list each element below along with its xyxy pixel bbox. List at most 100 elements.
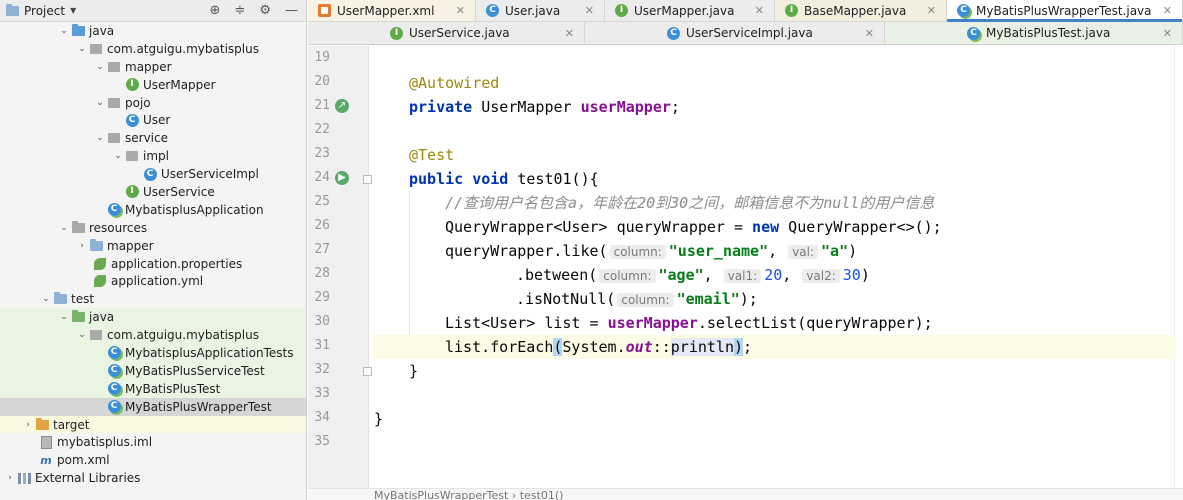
chevron-down-icon[interactable]: ⌄ bbox=[40, 294, 52, 304]
tab-mybatisplustest-java[interactable]: C MyBatisPlusTest.java ✕ bbox=[885, 22, 1183, 44]
string-literal: "a" bbox=[821, 242, 849, 260]
parameter-hint: val1: bbox=[723, 269, 762, 283]
code-line-34[interactable]: } bbox=[374, 407, 1176, 431]
code-text: System. bbox=[562, 338, 626, 356]
chevron-down-icon[interactable]: ⌄ bbox=[58, 26, 70, 36]
chevron-right-icon[interactable]: › bbox=[22, 420, 34, 430]
tree-item[interactable]: ⌄ mapper bbox=[0, 58, 306, 76]
spring-bean-icon[interactable]: ↗ bbox=[335, 99, 349, 113]
code-line-25[interactable]: //查询用户名包含a，年龄在20到30之间，邮箱信息不为null的用户信息 bbox=[374, 191, 1176, 215]
code-line-29[interactable]: .isNotNull(column: "email"); bbox=[374, 287, 1176, 311]
chevron-down-icon[interactable]: ⌄ bbox=[76, 330, 88, 340]
chevron-down-icon[interactable]: ⌄ bbox=[58, 223, 70, 233]
tree-item[interactable]: application.yml bbox=[0, 272, 306, 290]
code-editor[interactable]: 19 20 21 22 23 24 25 26 27 28 29 30 31 3… bbox=[308, 46, 1183, 488]
tree-item[interactable]: › target bbox=[0, 415, 306, 434]
close-icon[interactable]: ✕ bbox=[555, 27, 574, 40]
keyword: public bbox=[409, 170, 464, 188]
run-test-icon[interactable]: ▶ bbox=[335, 171, 349, 185]
code-line-27[interactable]: queryWrapper.like(column: "user_name", va… bbox=[374, 239, 1176, 263]
code-text: list.forEach bbox=[445, 338, 554, 356]
chevron-down-icon[interactable]: ⌄ bbox=[112, 151, 124, 161]
tree-item[interactable]: C MybatisplusApplication bbox=[0, 201, 306, 219]
code-line-30[interactable]: List<User> list = userMapper.selectList(… bbox=[374, 311, 1176, 335]
project-panel-title[interactable]: Project bbox=[24, 4, 65, 18]
annotation: @Test bbox=[409, 146, 455, 164]
tree-item[interactable]: ⌄ service bbox=[0, 129, 306, 147]
editor-breadcrumb[interactable]: MyBatisPlusWrapperTest › test01() bbox=[308, 488, 1183, 500]
code-line-31[interactable]: list.forEach(System.out::println); bbox=[374, 335, 1176, 360]
code-line-23[interactable]: @Test bbox=[374, 143, 1176, 167]
tree-item-label: com.atguigu.mybatisplus bbox=[107, 41, 259, 56]
close-icon[interactable]: ✕ bbox=[855, 27, 874, 40]
chevron-down-icon[interactable]: ⌄ bbox=[94, 98, 106, 108]
tree-item[interactable]: ⌄ java bbox=[0, 308, 306, 327]
chevron-down-icon[interactable]: ⌄ bbox=[94, 133, 106, 143]
line-number: 29 bbox=[314, 290, 330, 305]
code-line-24[interactable]: public void test01(){ bbox=[374, 167, 1176, 191]
number-literal: 30 bbox=[842, 266, 861, 284]
tree-item[interactable]: C UserServiceImpl bbox=[0, 165, 306, 183]
tree-item[interactable]: application.properties bbox=[0, 255, 306, 273]
locate-file-icon[interactable]: ⊕ bbox=[210, 3, 221, 18]
code-line-32[interactable]: } bbox=[374, 359, 1176, 383]
tree-item-label: mybatisplus.iml bbox=[57, 435, 153, 450]
tab-usermapper-xml[interactable]: UserMapper.xml ✕ bbox=[308, 0, 476, 21]
chevron-down-icon[interactable]: ⌄ bbox=[94, 62, 106, 72]
tree-item[interactable]: m pom.xml bbox=[0, 451, 306, 469]
tree-item[interactable]: C MyBatisPlusServiceTest bbox=[0, 361, 306, 380]
tree-item[interactable]: I UserService bbox=[0, 183, 306, 201]
tab-user-java[interactable]: C User.java ✕ bbox=[476, 0, 605, 21]
tree-item[interactable]: › mapper bbox=[0, 237, 306, 255]
line-number: 35 bbox=[314, 434, 330, 449]
tab-basemapper-java[interactable]: I BaseMapper.java ✕ bbox=[775, 0, 947, 21]
fold-icon[interactable] bbox=[363, 175, 372, 184]
gear-icon[interactable]: ⚙ bbox=[259, 3, 271, 18]
tree-item[interactable]: ⌄ java bbox=[0, 22, 306, 40]
tree-item[interactable]: ⌄ com.atguigu.mybatisplus bbox=[0, 326, 306, 345]
tree-item[interactable]: ⌄ impl bbox=[0, 147, 306, 165]
close-icon[interactable]: ✕ bbox=[745, 4, 764, 17]
tab-mybatispluswrappertest-java[interactable]: C MyBatisPlusWrapperTest.java ✕ bbox=[947, 0, 1183, 22]
tree-item-label: application.yml bbox=[111, 274, 204, 289]
chevron-right-icon[interactable]: › bbox=[76, 241, 88, 251]
chevron-down-icon[interactable]: ⌄ bbox=[76, 44, 88, 54]
tree-item[interactable]: › External Libraries bbox=[0, 469, 306, 487]
tree-item[interactable]: ⌄ resources bbox=[0, 219, 306, 237]
tree-item-label: MyBatisPlusTest bbox=[125, 381, 221, 396]
code-line-21[interactable]: private UserMapper userMapper; bbox=[374, 95, 1176, 119]
method-reference: println bbox=[670, 338, 734, 356]
line-number: 24 bbox=[314, 170, 330, 185]
tree-item[interactable]: I UserMapper bbox=[0, 76, 306, 94]
chevron-down-icon[interactable]: ⌄ bbox=[58, 312, 70, 322]
close-icon[interactable]: ✕ bbox=[917, 4, 936, 17]
chevron-right-icon[interactable]: › bbox=[4, 473, 16, 483]
code-line-20[interactable]: @Autowired bbox=[374, 71, 1176, 95]
package-icon bbox=[90, 43, 102, 54]
collapse-all-icon[interactable]: ≑ bbox=[234, 3, 245, 18]
tree-item-selected[interactable]: C MyBatisPlusWrapperTest bbox=[0, 397, 306, 416]
tree-item[interactable]: ⌄ pojo bbox=[0, 94, 306, 112]
code-line-26[interactable]: QueryWrapper<User> queryWrapper = new Qu… bbox=[374, 215, 1176, 239]
tree-item[interactable]: C MyBatisPlusTest bbox=[0, 379, 306, 398]
code-line-28[interactable]: .between(column: "age", val1: 20, val2: 30) bbox=[374, 263, 1176, 287]
tab-userservice-java[interactable]: I UserService.java ✕ bbox=[308, 22, 585, 44]
close-icon[interactable]: ✕ bbox=[1153, 4, 1172, 17]
package-icon bbox=[108, 133, 120, 144]
line-number: 28 bbox=[314, 266, 330, 281]
tree-item[interactable]: C MybatisplusApplicationTests bbox=[0, 344, 306, 362]
tree-item-label: impl bbox=[143, 149, 169, 164]
fold-icon[interactable] bbox=[363, 367, 372, 376]
close-icon[interactable]: ✕ bbox=[1153, 27, 1172, 40]
field: userMapper bbox=[607, 314, 698, 332]
chevron-down-icon[interactable]: ▼ bbox=[70, 6, 76, 15]
tree-item[interactable]: mybatisplus.iml bbox=[0, 433, 306, 451]
tree-item[interactable]: ⌄ com.atguigu.mybatisplus bbox=[0, 40, 306, 58]
tree-item[interactable]: C User bbox=[0, 111, 306, 129]
minimize-icon[interactable]: — bbox=[285, 3, 298, 18]
close-icon[interactable]: ✕ bbox=[575, 4, 594, 17]
tab-userserviceimpl-java[interactable]: C UserServiceImpl.java ✕ bbox=[585, 22, 885, 44]
tab-usermapper-java[interactable]: I UserMapper.java ✕ bbox=[605, 0, 775, 21]
tree-item[interactable]: ⌄ test bbox=[0, 290, 306, 308]
close-icon[interactable]: ✕ bbox=[446, 4, 465, 17]
